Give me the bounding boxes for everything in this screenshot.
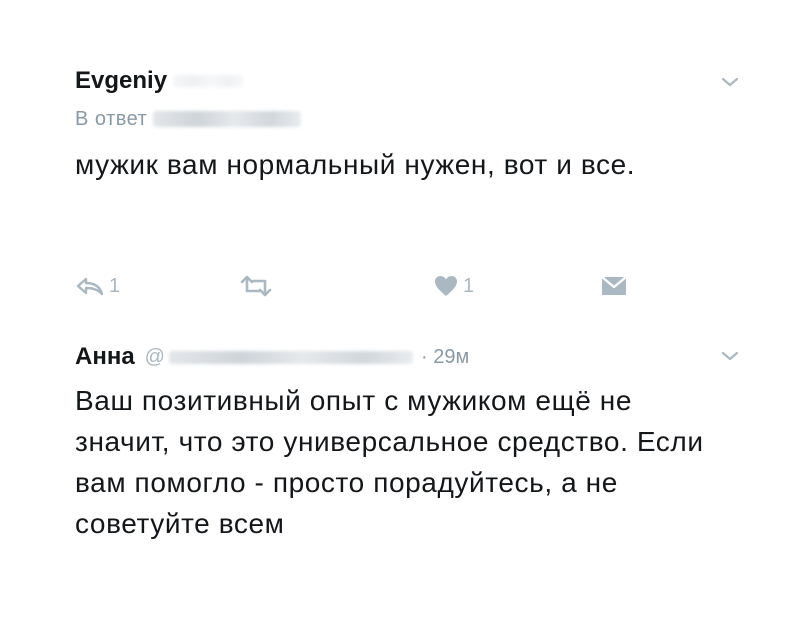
chevron-down-icon[interactable] (720, 72, 740, 92)
envelope-icon (601, 276, 627, 295)
like-button[interactable]: 1 (433, 268, 474, 304)
tweet-header: Анна @ · 29м (75, 340, 740, 374)
author-name[interactable]: Анна (75, 343, 135, 371)
blurred-handle (173, 75, 244, 87)
blurred-reply-handle[interactable] (153, 111, 302, 127)
retweet-icon (240, 275, 272, 297)
retweet-button[interactable] (239, 268, 273, 304)
tweet-text: мужик вам нормальный нужен, вот и все. (75, 149, 636, 180)
tweet-text: Ваш позитивный опыт с мужиком ещё не зна… (75, 385, 704, 539)
tweet[interactable]: Анна @ · 29м Ваш позитивный опыт с мужик… (75, 340, 740, 544)
reply-icon (76, 277, 104, 296)
author-name[interactable]: Evgeniy (75, 67, 167, 95)
tweet-actions: 1 1 (75, 268, 635, 304)
chevron-down-icon[interactable] (720, 346, 740, 366)
heart-icon (435, 276, 457, 296)
like-count: 1 (463, 274, 475, 297)
timestamp[interactable]: · 29м (421, 346, 469, 369)
reply-button[interactable]: 1 (75, 268, 120, 304)
direct-message-button[interactable] (599, 268, 629, 304)
reply-count: 1 (109, 274, 121, 297)
blurred-handle[interactable] (168, 350, 413, 364)
tweet[interactable]: Evgeniy В ответ мужик вам нормальный нуж… (75, 64, 740, 297)
reply-to-label: В ответ (75, 107, 148, 130)
reply-to-row: В ответ (75, 106, 740, 132)
tweet-header: Evgeniy (75, 64, 740, 98)
handle-prefix: @ (144, 345, 165, 368)
